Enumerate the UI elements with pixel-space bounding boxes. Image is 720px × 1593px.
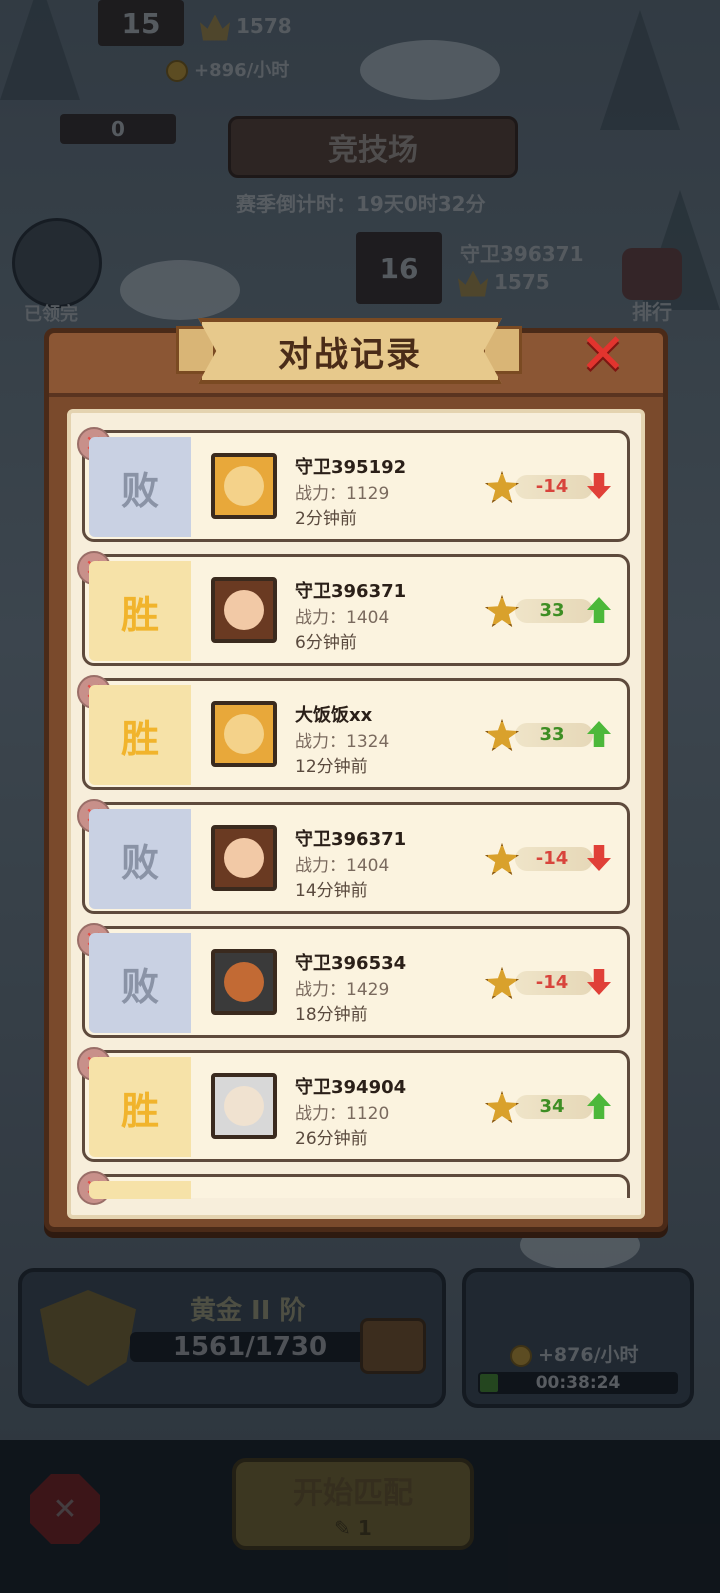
battle-time-ago: 12分钟前	[295, 757, 368, 777]
battle-record-row[interactable]: ✕败守卫395192战力：11292分钟前-14	[77, 427, 630, 542]
opponent-avatar[interactable]	[211, 577, 277, 643]
opponent-name: 守卫395192	[295, 457, 407, 478]
result-tag: 胜	[89, 685, 191, 785]
opponent-power: 战力：1404	[295, 608, 390, 628]
opponent-power: 战力：1129	[295, 484, 390, 504]
brown-hair-hero-icon	[224, 838, 264, 878]
arrow-down-icon	[587, 969, 611, 995]
arrow-up-icon	[587, 721, 611, 747]
opponent-name: 守卫396534	[295, 953, 407, 974]
opponent-power: 战力：1404	[295, 856, 390, 876]
battle-record-row[interactable]: ✕胜守卫394904战力：112026分钟前34	[77, 1047, 630, 1162]
score-delta: -14	[535, 972, 569, 993]
opponent-name: 守卫396371	[295, 829, 407, 850]
battle-time-ago: 18分钟前	[295, 1005, 368, 1025]
close-x-icon: ✕	[579, 322, 627, 387]
score-delta: -14	[535, 476, 569, 497]
dialog-title-ribbon: 对战记录	[198, 318, 502, 384]
opponent-name: 守卫394904	[295, 1077, 407, 1098]
score-delta: 33	[539, 724, 565, 745]
result-tag: 胜	[89, 1057, 191, 1157]
opponent-avatar[interactable]	[211, 453, 277, 519]
brown-hair-hero-icon	[224, 590, 264, 630]
opponent-avatar[interactable]	[211, 949, 277, 1015]
score-delta: 33	[539, 600, 565, 621]
result-tag: 败	[89, 437, 191, 537]
dark-helmet-hero-icon	[224, 962, 264, 1002]
result-tag: 败	[89, 809, 191, 909]
result-tag: 败	[89, 933, 191, 1033]
arrow-down-icon	[587, 473, 611, 499]
score-delta: -14	[535, 848, 569, 869]
dialog-title: 对战记录	[278, 334, 422, 375]
golden-helmet-hero-icon	[224, 466, 264, 506]
rank-medal-icon	[485, 1091, 519, 1123]
arrow-down-icon	[587, 845, 611, 871]
battle-record-row[interactable]: ✕胜大饭饭xx战力：132412分钟前33	[77, 675, 630, 790]
rank-medal-icon	[485, 595, 519, 627]
battle-time-ago: 26分钟前	[295, 1129, 368, 1149]
battle-record-row[interactable]: ✕败守卫396534战力：142918分钟前-14	[77, 923, 630, 1038]
rank-medal-icon	[485, 843, 519, 875]
arrow-up-icon	[587, 1093, 611, 1119]
opponent-name: 大饭饭xx	[295, 705, 373, 726]
battle-time-ago: 14分钟前	[295, 881, 368, 901]
opponent-name: 守卫396371	[295, 581, 407, 602]
opponent-power: 战力：1324	[295, 732, 390, 752]
battle-record-row[interactable]: ✕败守卫396371战力：140414分钟前-14	[77, 799, 630, 914]
white-beard-hero-icon	[224, 1086, 264, 1126]
result-tag: 胜	[89, 561, 191, 661]
opponent-avatar[interactable]	[211, 1073, 277, 1139]
opponent-power: 战力：1429	[295, 980, 390, 1000]
golden-helmet-hero-icon	[224, 714, 264, 754]
close-button[interactable]: ✕	[576, 322, 630, 387]
opponent-power: 战力：1120	[295, 1104, 390, 1124]
opponent-avatar[interactable]	[211, 825, 277, 891]
arrow-up-icon	[587, 597, 611, 623]
rank-medal-icon	[485, 967, 519, 999]
rank-medal-icon	[485, 471, 519, 503]
battle-time-ago: 6分钟前	[295, 633, 357, 653]
score-delta: 34	[539, 1096, 565, 1117]
battle-record-row-partial[interactable]: ✕	[77, 1171, 630, 1205]
rank-medal-icon	[485, 719, 519, 751]
opponent-avatar[interactable]	[211, 701, 277, 767]
battle-record-row[interactable]: ✕胜守卫396371战力：14046分钟前33	[77, 551, 630, 666]
battle-time-ago: 2分钟前	[295, 509, 357, 529]
result-tag	[89, 1181, 191, 1199]
